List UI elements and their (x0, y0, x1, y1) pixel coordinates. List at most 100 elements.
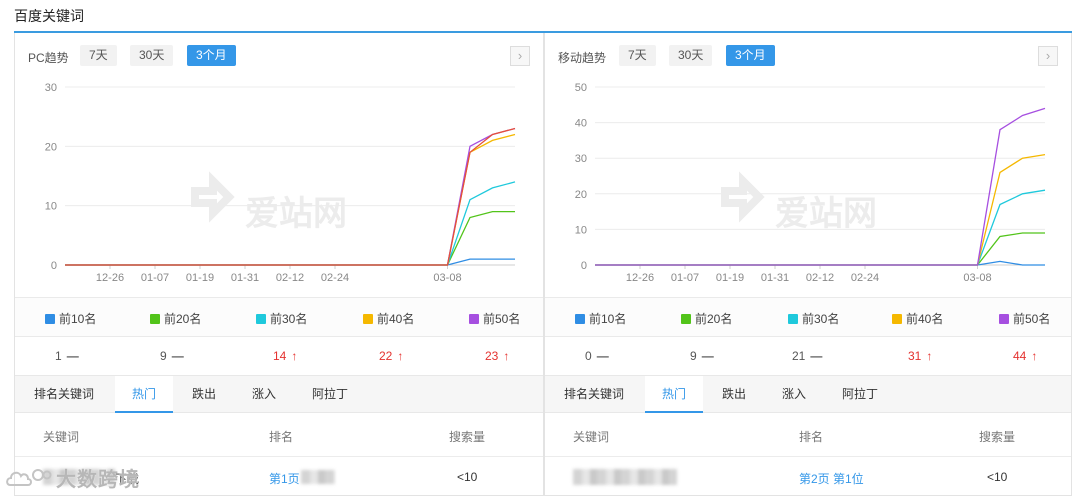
legend-swatch (469, 314, 479, 324)
tab-dropped[interactable]: 跌出 (175, 376, 233, 413)
count-top40: 31 ↑ (908, 349, 932, 363)
count-value: 44 (1013, 349, 1027, 363)
x-tick-label: 12-26 (626, 272, 654, 284)
y-tick-label: 10 (575, 224, 587, 236)
rank-counts: 1— 9— 14 ↑ 22 ↑ 23 ↑ (15, 337, 543, 375)
mobile-trend-panel: 移动趋势 7天 30天 3个月 › 爱站网 0 10 20 30 40 50 12-26 0… (544, 33, 1072, 496)
next-arrow-icon[interactable]: › (510, 46, 530, 66)
legend-item-top40[interactable]: 前40名 (363, 310, 414, 327)
tab-hot[interactable]: 热门 (645, 376, 704, 413)
x-tick-label: 03-08 (433, 272, 461, 284)
tab-aladdin[interactable]: 阿拉丁 (295, 376, 365, 413)
x-tick-label: 01-31 (231, 272, 259, 284)
x-tick-label: 03-08 (963, 272, 991, 284)
legend-item-top50[interactable]: 前50名 (999, 310, 1050, 327)
legend-item-top10[interactable]: 前10名 (45, 310, 96, 327)
trend-flat-icon: — (701, 349, 714, 363)
watermark-text: 爱站网 (245, 194, 347, 234)
legend-item-top20[interactable]: 前20名 (681, 310, 732, 327)
legend-item-top40[interactable]: 前40名 (892, 310, 943, 327)
trend-flat-icon: — (171, 349, 184, 363)
rank-counts: 0 — 9— 21 — 31 ↑ 44 ↑ (545, 337, 1071, 375)
legend-swatch (150, 314, 160, 324)
tab-dropped[interactable]: 跌出 (705, 376, 763, 413)
count-value: 9 (160, 349, 167, 363)
legend-item-top20[interactable]: 前20名 (150, 310, 201, 327)
chart-watermark: 爱站网 (721, 171, 877, 234)
range-30d-button[interactable]: 30天 (130, 45, 174, 66)
redacted-rank-detail (301, 470, 335, 484)
tab-gained[interactable]: 涨入 (235, 376, 293, 413)
count-value: 0 (585, 349, 592, 363)
legend-label: 前10名 (589, 312, 627, 326)
rank-link[interactable]: 第2页 第1位 (799, 470, 864, 487)
x-tick-label: 01-19 (716, 272, 744, 284)
x-tick-label: 02-12 (276, 272, 304, 284)
x-tick-label: 01-07 (141, 272, 169, 284)
keyword-tabs: 排名关键词 热门 跌出 涨入 阿拉丁 (545, 375, 1071, 413)
x-tick-label: 01-07 (671, 272, 699, 284)
trend-label: 移动趋势 (558, 51, 607, 65)
y-tick-label: 0 (51, 260, 57, 272)
trend-label: PC趋势 (28, 51, 69, 65)
arrow-up-icon: ↑ (926, 349, 933, 363)
count-value: 31 (908, 349, 922, 363)
arrow-up-icon: ↑ (503, 349, 510, 363)
next-arrow-icon[interactable]: › (1038, 46, 1058, 66)
tab-hot[interactable]: 热门 (115, 376, 174, 413)
column-header-rank: 排名 (799, 430, 824, 444)
range-3m-button[interactable]: 3个月 (726, 45, 775, 66)
legend-item-top30[interactable]: 前30名 (256, 310, 307, 327)
range-3m-button[interactable]: 3个月 (187, 45, 236, 66)
pc-trend-panel: PC趋势 7天 30天 3个月 › 爱站网 0 10 20 30 12-26 01-07… (14, 33, 544, 496)
tab-gained[interactable]: 涨入 (765, 376, 823, 413)
count-top40: 22 ↑ (379, 349, 403, 363)
trend-toolbar: 移动趋势 7天 30天 3个月 › (545, 45, 1071, 67)
arrow-up-icon: ↑ (397, 349, 404, 363)
table-header: 关键词 排名 搜索量 (15, 413, 543, 457)
legend-item-top30[interactable]: 前30名 (788, 310, 839, 327)
legend-swatch (892, 314, 902, 324)
chart-watermark: 爱站网 (191, 171, 347, 234)
legend-label: 前40名 (377, 312, 415, 326)
trend-flat-icon: — (810, 349, 823, 363)
range-30d-button[interactable]: 30天 (669, 45, 713, 66)
chart-legend: 前10名 前20名 前30名 前40名 前50名 (545, 297, 1071, 337)
count-value: 22 (379, 349, 393, 363)
x-tick-label: 02-12 (806, 272, 834, 284)
count-value: 14 (273, 349, 287, 363)
arrow-up-icon: ↑ (1031, 349, 1038, 363)
legend-label: 前50名 (483, 312, 521, 326)
tab-aladdin[interactable]: 阿拉丁 (825, 376, 895, 413)
legend-label: 前50名 (1013, 312, 1051, 326)
x-tick-label: 02-24 (851, 272, 879, 284)
count-value: 21 (792, 349, 806, 363)
legend-swatch (788, 314, 798, 324)
legend-swatch (45, 314, 55, 324)
redacted-keyword (573, 469, 677, 485)
legend-swatch (999, 314, 1009, 324)
legend-item-top10[interactable]: 前10名 (575, 310, 626, 327)
series-line (595, 107, 1046, 266)
range-7d-button[interactable]: 7天 (619, 45, 656, 66)
legend-swatch (575, 314, 585, 324)
y-tick-label: 50 (575, 82, 587, 94)
trend-chart: 爱站网 0 10 20 30 40 50 12-26 01-07 01-19 01-31 02-1… (575, 82, 1046, 284)
count-top20: 9— (160, 349, 184, 363)
y-tick-label: 30 (45, 82, 57, 94)
keyword-tabs: 排名关键词 热门 跌出 涨入 阿拉丁 (15, 375, 543, 413)
y-tick-label: 20 (575, 189, 587, 201)
count-top20: 9— (690, 349, 714, 363)
count-top30: 14 ↑ (273, 349, 297, 363)
legend-label: 前30名 (270, 312, 308, 326)
y-tick-label: 10 (45, 201, 57, 213)
column-header-volume: 搜索量 (449, 430, 486, 444)
count-top50: 23 ↑ (485, 349, 509, 363)
legend-label: 前10名 (59, 312, 97, 326)
legend-item-top50[interactable]: 前50名 (469, 310, 520, 327)
count-top30: 21 — (792, 349, 822, 363)
range-7d-button[interactable]: 7天 (80, 45, 117, 66)
legend-label: 前40名 (906, 312, 944, 326)
legend-label: 前30名 (802, 312, 840, 326)
rank-link[interactable]: 第1页 (269, 470, 300, 487)
